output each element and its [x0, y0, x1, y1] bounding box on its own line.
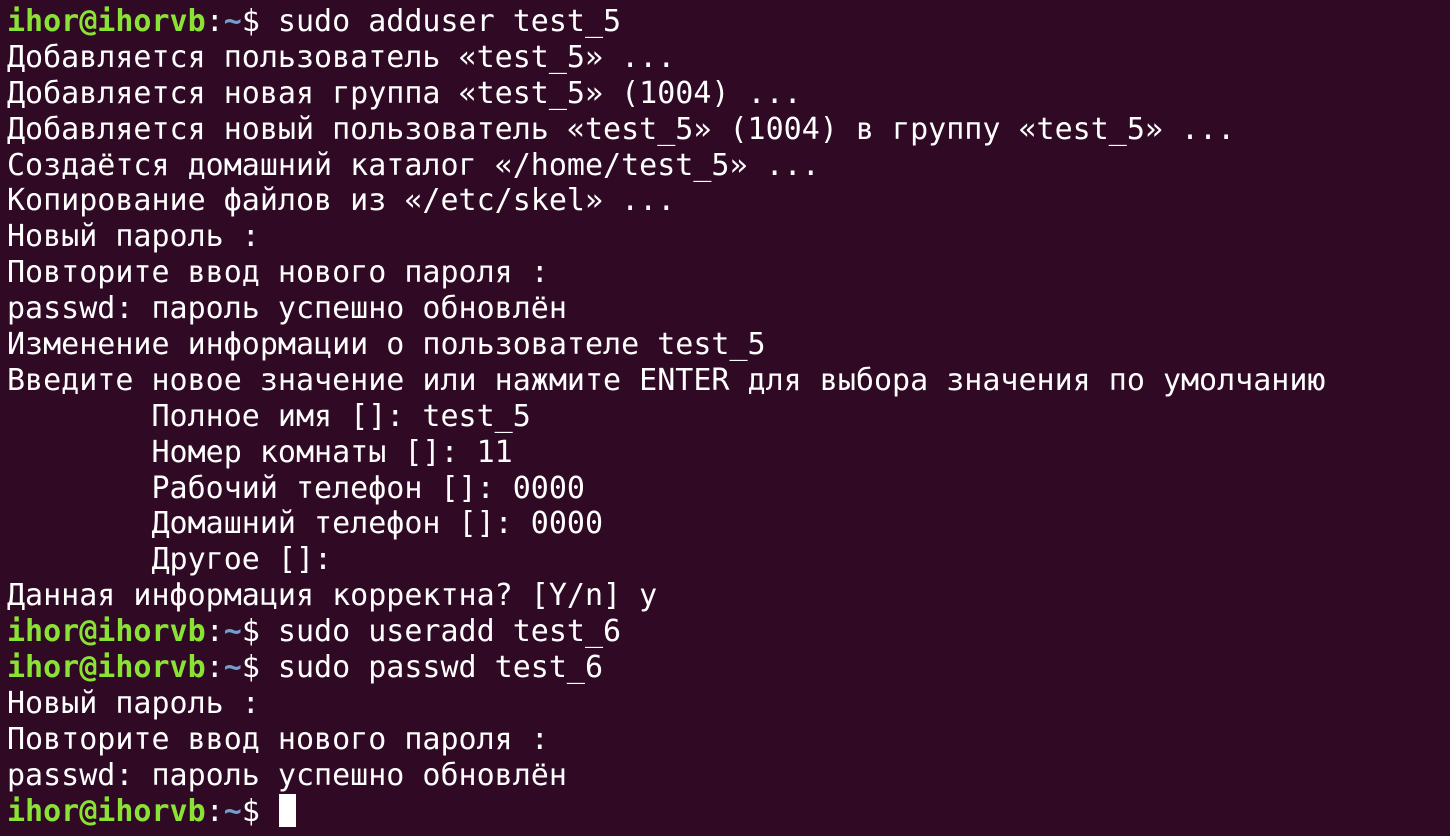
- prompt-user-host: ihor@ihorvb: [7, 614, 206, 650]
- output-line: passwd: пароль успешно обновлён: [7, 291, 567, 327]
- command-text: sudo adduser test_5: [259, 4, 622, 39]
- prompt-path: ~: [223, 4, 242, 39]
- output-line: Новый пароль :: [7, 219, 260, 255]
- prompt-user-host: ihor@ihorvb: [7, 650, 206, 686]
- command-text: [260, 794, 278, 829]
- output-line: Изменение информации о пользователе test…: [7, 327, 766, 363]
- output-line: Другое []:: [7, 542, 333, 578]
- prompt-colon: :: [205, 614, 224, 650]
- prompt-path: ~: [223, 650, 242, 686]
- output-line: Создаётся домашний каталог «/home/test_5…: [7, 147, 820, 183]
- output-line: Добавляется новая группа «test_5» (1004)…: [7, 75, 802, 111]
- prompt-line: ihor@ihorvb:~$ sudo useradd test_6: [7, 614, 1450, 650]
- output-line: Добавляется пользователь «test_5» ...: [7, 39, 676, 75]
- output-line: Добавляется новый пользователь «test_5» …: [7, 111, 1236, 147]
- terminal-window[interactable]: ihor@ihorvb:~$ sudo adduser test_5 Добавл…: [0, 0, 1450, 836]
- command-text: sudo passwd test_6: [259, 650, 604, 686]
- terminal-cursor[interactable]: [278, 793, 296, 827]
- output-line: Новый пароль :: [7, 685, 260, 721]
- prompt-user-host: ihor@ihorvb: [7, 4, 206, 39]
- output-line: Рабочий телефон []: 0000: [7, 470, 585, 506]
- prompt-colon: :: [205, 4, 224, 39]
- output-line: Номер комнаты []: 11: [7, 434, 513, 470]
- prompt-colon: :: [205, 650, 224, 686]
- prompt-line: ihor@ihorvb:~$ sudo passwd test_6: [7, 650, 1450, 686]
- output-line: Повторите ввод нового пароля :: [7, 721, 549, 757]
- output-line: Домашний телефон []: 0000: [7, 506, 604, 542]
- output-line: Данная информация корректна? [Y/n] y: [7, 578, 658, 614]
- output-line: Полное имя []: test_5: [7, 398, 531, 434]
- prompt-user-host: ihor@ihorvb: [7, 793, 206, 829]
- command-text: sudo useradd test_6: [259, 614, 622, 650]
- output-line: Введите новое значение или нажмите ENTER…: [7, 362, 1326, 398]
- prompt-dollar: $: [241, 793, 260, 829]
- prompt-dollar: $: [241, 614, 260, 650]
- output-line: passwd: пароль успешно обновлён: [7, 757, 567, 793]
- prompt-colon: :: [205, 793, 224, 829]
- output-line: Повторите ввод нового пароля :: [7, 255, 549, 291]
- prompt-line: ihor@ihorvb:~$: [7, 793, 1450, 830]
- prompt-dollar: $: [241, 650, 260, 686]
- prompt-path: ~: [223, 614, 242, 650]
- prompt-dollar: $: [241, 4, 260, 39]
- prompt-path: ~: [223, 793, 242, 829]
- output-line: Копирование файлов из «/etc/skel» ...: [7, 183, 676, 219]
- prompt-line: ihor@ihorvb:~$ sudo adduser test_5: [7, 4, 1450, 40]
